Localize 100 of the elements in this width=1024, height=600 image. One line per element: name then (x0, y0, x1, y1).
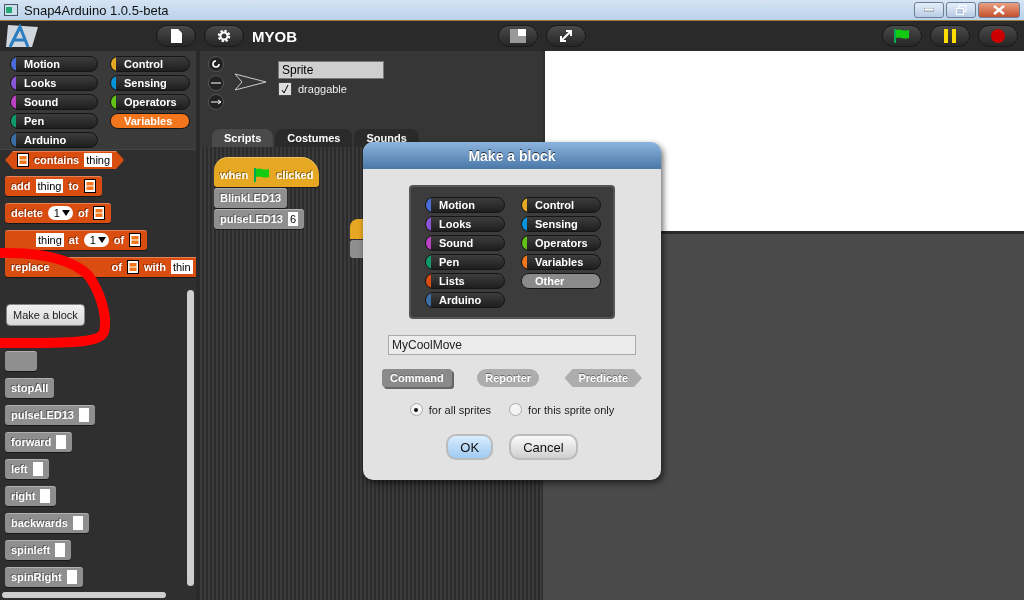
block-label: of (77, 207, 89, 219)
category-button[interactable]: Sensing (521, 216, 601, 232)
block-label: with (143, 261, 166, 273)
block-label: clicked (276, 169, 314, 181)
radio-icon[interactable] (409, 403, 423, 416)
make-a-block-button[interactable]: Make a block (6, 304, 85, 326)
scrollbar[interactable] (2, 592, 166, 598)
sprite-arrow-icon (234, 72, 268, 92)
category-button[interactable]: Motion (10, 56, 98, 72)
project-name: MYOB (252, 27, 297, 45)
command-block[interactable]: thing at 1 of (5, 230, 148, 250)
dropdown-slot[interactable]: 1 (47, 206, 73, 220)
block-label: pulseLED13 (220, 213, 283, 225)
category-button[interactable]: Arduino (10, 132, 98, 148)
category-button[interactable]: Pen (425, 254, 505, 270)
dropdown-slot[interactable]: 1 (83, 233, 109, 247)
input-slot[interactable]: thing (36, 233, 64, 247)
block-label: add (11, 180, 31, 192)
category-button[interactable]: Operators (521, 235, 601, 251)
close-button[interactable] (978, 2, 1020, 18)
block-label: BlinkLED13 (220, 192, 282, 204)
input-slot[interactable] (40, 489, 51, 503)
stage-size-icon (510, 29, 526, 43)
input-slot[interactable]: thin (170, 260, 193, 274)
category-button[interactable]: Operators (110, 94, 190, 110)
category-button[interactable]: Lists (425, 273, 505, 289)
sprite-name-field[interactable]: Sprite (278, 61, 384, 79)
category-button[interactable]: Control (521, 197, 601, 213)
block-name-field[interactable]: MyCoolMove (388, 335, 636, 355)
input-slot[interactable] (56, 435, 67, 449)
stop-button[interactable] (978, 25, 1018, 47)
block-label: at (68, 234, 79, 246)
list-icon (17, 153, 29, 167)
radio-icon[interactable] (509, 403, 523, 416)
expand-icon (559, 29, 573, 43)
no-rotate-icon[interactable] (208, 94, 224, 110)
tab[interactable]: Scripts (212, 129, 274, 147)
close-icon (993, 5, 1005, 15)
input-slot[interactable]: 6 (287, 212, 299, 226)
dialog-button[interactable]: OK (446, 434, 494, 460)
input-slot[interactable] (72, 516, 83, 530)
file-button[interactable] (156, 25, 196, 47)
scrollbar[interactable] (187, 290, 194, 586)
list-icon (126, 260, 139, 274)
flip-icon[interactable] (208, 75, 224, 91)
pause-icon (944, 29, 956, 43)
run-button[interactable] (882, 25, 922, 47)
list-icon (93, 206, 106, 220)
input-slot[interactable] (78, 408, 89, 422)
minimize-icon (924, 8, 934, 12)
category-button[interactable]: Variables (521, 254, 601, 270)
category-button[interactable]: Motion (425, 197, 505, 213)
block-label: when (220, 169, 249, 181)
block-label: forward (11, 436, 52, 448)
command-block[interactable]: delete 1 of (5, 203, 112, 223)
flag-icon (253, 167, 272, 183)
input-slot[interactable] (55, 543, 66, 557)
stage-size-button[interactable] (498, 25, 538, 47)
command-block[interactable]: add thing to (5, 176, 102, 196)
scope-radio[interactable]: for this sprite only (509, 403, 615, 416)
input-slot[interactable]: thing (84, 153, 113, 167)
window-title: Snap4Arduino 1.0.5-beta (24, 2, 170, 18)
block-label: of (113, 234, 125, 246)
category-button[interactable]: Control (110, 56, 190, 72)
rotate-icon[interactable] (208, 56, 224, 72)
category-button[interactable]: Arduino (425, 292, 505, 308)
category-button[interactable]: Looks (10, 75, 98, 91)
settings-button[interactable] (204, 25, 244, 47)
block-label: backwards (11, 517, 68, 529)
category-button[interactable]: Looks (425, 216, 505, 232)
app-icon (4, 4, 18, 16)
input-slot[interactable]: thing (35, 179, 64, 193)
block-label: delete (11, 207, 43, 219)
input-slot[interactable] (32, 462, 43, 476)
command-block[interactable]: pulseLED13 6 (214, 209, 305, 229)
list-icon (83, 179, 96, 193)
predicate-block[interactable]: contains thing (5, 151, 125, 169)
category-button[interactable]: Sensing (110, 75, 190, 91)
category-button[interactable]: Sound (10, 94, 98, 110)
tab[interactable]: Costumes (275, 129, 353, 147)
block-label: stopAll (11, 382, 49, 394)
flag-icon (893, 28, 911, 44)
draggable-checkbox[interactable] (278, 82, 292, 96)
block-label: left (11, 463, 28, 475)
category-button[interactable]: Pen (10, 113, 98, 129)
list-icon (129, 233, 142, 247)
logo-icon (4, 23, 40, 49)
fullscreen-button[interactable] (546, 25, 586, 47)
category-button[interactable]: Sound (425, 235, 505, 251)
dialog-button[interactable]: Cancel (509, 434, 578, 460)
block-label: replace (11, 261, 50, 273)
checkbox-label: draggable (298, 83, 347, 95)
block-label: to (68, 180, 79, 192)
block-label: spinRight (11, 571, 62, 583)
pause-button[interactable] (930, 25, 970, 47)
scope-radio[interactable]: for all sprites (409, 403, 492, 416)
restore-button[interactable] (946, 2, 976, 18)
input-slot[interactable] (66, 570, 77, 584)
minimize-button[interactable] (914, 2, 944, 18)
caret-icon (61, 210, 70, 216)
